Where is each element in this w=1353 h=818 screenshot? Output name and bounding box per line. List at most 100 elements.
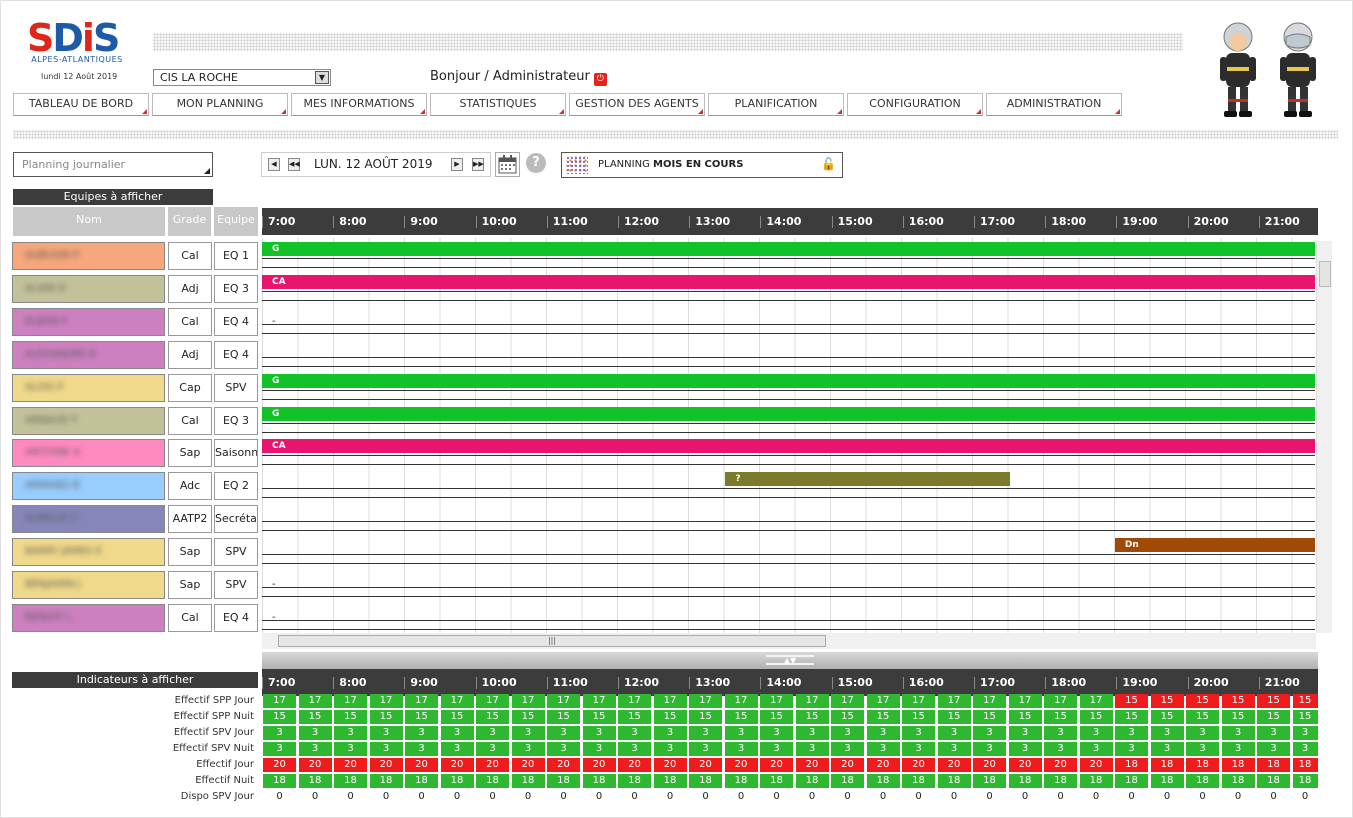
- shift-bar[interactable]: CA: [262, 439, 1315, 454]
- agent-name-cell[interactable]: ALEXANDRE B: [12, 340, 165, 369]
- next-fast-icon[interactable]: ▶▶: [472, 158, 484, 171]
- timeline-row[interactable]: CA: [262, 270, 1315, 304]
- cis-select[interactable]: CIS LA ROCHE ▼: [153, 69, 331, 86]
- agent-name-cell[interactable]: ALBAN F: [12, 307, 165, 336]
- help-icon[interactable]: ?: [526, 153, 546, 173]
- chevron-down-icon[interactable]: ▼: [315, 71, 329, 84]
- indicator-cell: 15: [440, 710, 474, 724]
- indicator-cell: 3: [1186, 726, 1219, 740]
- agent-name-cell[interactable]: ALAIN D: [12, 274, 165, 303]
- indicator-cell: 17: [1079, 694, 1113, 708]
- hour-label: 13:00: [689, 669, 730, 696]
- view-select[interactable]: Planning journalier: [13, 152, 213, 177]
- agent-grade: Adj: [168, 340, 212, 369]
- timeline-row[interactable]: ?: [262, 468, 1315, 502]
- hour-label: 9:00: [404, 208, 438, 235]
- indicator-cell: 3: [937, 726, 971, 740]
- indicator-cell: 18: [902, 774, 935, 788]
- shift-bar[interactable]: G: [262, 373, 1315, 388]
- logo-subtitle: ALPES-ATLANTIQUES: [31, 55, 123, 64]
- timeline-line: [262, 530, 1315, 532]
- indicator-cell: 3: [263, 726, 296, 740]
- horizontal-scrollbar[interactable]: |||: [262, 633, 1316, 649]
- next-icon[interactable]: ▶: [451, 158, 463, 171]
- nav-item-statistiques[interactable]: STATISTIQUES: [430, 93, 566, 116]
- hour-label: 13:00: [689, 208, 730, 235]
- splitter-grip-icon[interactable]: ▲▼: [766, 655, 814, 665]
- nav-item-gestion-des-agents[interactable]: GESTION DES AGENTS: [569, 93, 705, 116]
- indicator-row: 15 15 15 15 15 15 15 15 15 15 15 15 15 15 15 15 15 15 15 15…: [263, 710, 1323, 724]
- shift-bar[interactable]: ?: [725, 472, 1010, 487]
- nav-item-mon-planning[interactable]: MON PLANNING: [152, 93, 288, 116]
- hour-label: 20:00: [1187, 208, 1229, 235]
- agent-name-cell[interactable]: BENOIT L: [12, 603, 165, 632]
- vertical-scrollbar[interactable]: [1316, 241, 1332, 633]
- horizontal-scroll-thumb[interactable]: |||: [278, 635, 826, 647]
- calendar-button[interactable]: [495, 152, 520, 177]
- shift-bar[interactable]: CA: [262, 274, 1315, 289]
- indicator-cell: 15: [476, 710, 509, 724]
- prev-fast-icon[interactable]: ◀◀: [288, 158, 300, 171]
- agent-name-cell[interactable]: AUBUSIN P: [12, 242, 165, 270]
- shift-bar[interactable]: Dn: [1114, 538, 1315, 553]
- agent-name-cell[interactable]: AURELIE C: [12, 505, 165, 534]
- timeline-row[interactable]: G: [262, 402, 1315, 436]
- shift-bar[interactable]: G: [262, 406, 1315, 421]
- indicator-cell: 0: [702, 791, 709, 802]
- shift-bar[interactable]: G: [262, 242, 1315, 256]
- timeline-row[interactable]: -: [262, 599, 1315, 633]
- vertical-scroll-thumb[interactable]: [1319, 261, 1331, 287]
- indicator-cell: 0: [879, 791, 887, 802]
- agent-equipe: EQ 1: [214, 242, 258, 270]
- agent-name-cell[interactable]: ARNAUD T: [12, 406, 165, 435]
- timeline-row[interactable]: -: [262, 567, 1315, 600]
- timeline-row[interactable]: Dn: [262, 534, 1315, 568]
- calendar-icon: [498, 155, 517, 174]
- agent-name-cell[interactable]: ALOIS P: [12, 373, 165, 402]
- indicator-cell: 0: [1163, 791, 1171, 802]
- col-header-name[interactable]: Nom: [13, 207, 165, 236]
- col-header-equipe[interactable]: Equipe: [214, 207, 258, 236]
- nav-item-planification[interactable]: PLANIFICATION: [708, 93, 844, 116]
- indicator-row: 333333333333333333333333333333: [263, 726, 1323, 740]
- agent-name-cell[interactable]: ARMAND B: [12, 472, 165, 501]
- agent-name-cell[interactable]: BARRY JAMES E: [12, 538, 165, 567]
- timeline-row[interactable]: G: [262, 369, 1315, 403]
- nav-item-mes-informations[interactable]: MES INFORMATIONS: [291, 93, 427, 116]
- date-navigator: ◀ ◀◀ LUN. 12 AOÛT 2019 ▶ ▶▶: [261, 152, 491, 177]
- hour-label: 18:00: [1045, 208, 1086, 235]
- indicator-cell: 0: [844, 791, 851, 802]
- indicator-cell: 15: [973, 710, 1006, 724]
- nav-item-configuration[interactable]: CONFIGURATION: [847, 93, 983, 116]
- nav-item-tableau-de-bord[interactable]: TABLEAU DE BORD: [13, 93, 149, 116]
- planning-period-box[interactable]: PLANNING MOIS EN COURS 🔓: [561, 152, 843, 178]
- indicator-cell: 17: [689, 694, 722, 708]
- prev-icon[interactable]: ◀: [268, 158, 280, 171]
- indicator-cell: 15: [760, 710, 793, 724]
- indicator-cell: 3: [369, 726, 403, 740]
- indicator-cell: 20: [831, 758, 864, 772]
- sdis-logo[interactable]: SDiS ALPES-ATLANTIQUES: [27, 19, 131, 64]
- nav-item-administration[interactable]: ADMINISTRATION: [986, 93, 1122, 116]
- hour-label: 14:00: [760, 669, 801, 696]
- hour-label: 9:00: [404, 669, 438, 696]
- timeline-row[interactable]: [262, 336, 1315, 370]
- indicator-cell: 3: [547, 726, 580, 740]
- unlock-icon[interactable]: 🔓: [821, 157, 836, 171]
- agent-name-cell[interactable]: BENJAMIN J: [12, 571, 165, 599]
- indicator-cell: 20: [1044, 758, 1077, 772]
- indicator-cell: 3: [334, 726, 367, 740]
- timeline-row[interactable]: [262, 501, 1315, 535]
- col-header-grade[interactable]: Grade: [168, 207, 211, 236]
- timeline-row[interactable]: G: [262, 238, 1315, 271]
- indicator-cell: 3: [263, 742, 296, 756]
- hour-label: 14:00: [760, 208, 801, 235]
- timeline-row[interactable]: CA: [262, 435, 1315, 469]
- indicator-cell: 3: [795, 726, 829, 740]
- timeline-line: [262, 389, 1315, 391]
- timeline-row[interactable]: -: [262, 303, 1315, 337]
- power-logout-icon[interactable]: ⏻: [593, 73, 607, 86]
- agent-name-cell[interactable]: ANTOINE A: [12, 439, 165, 468]
- panel-splitter[interactable]: ▲▼: [262, 652, 1318, 669]
- agent-equipe: EQ 4: [214, 603, 258, 632]
